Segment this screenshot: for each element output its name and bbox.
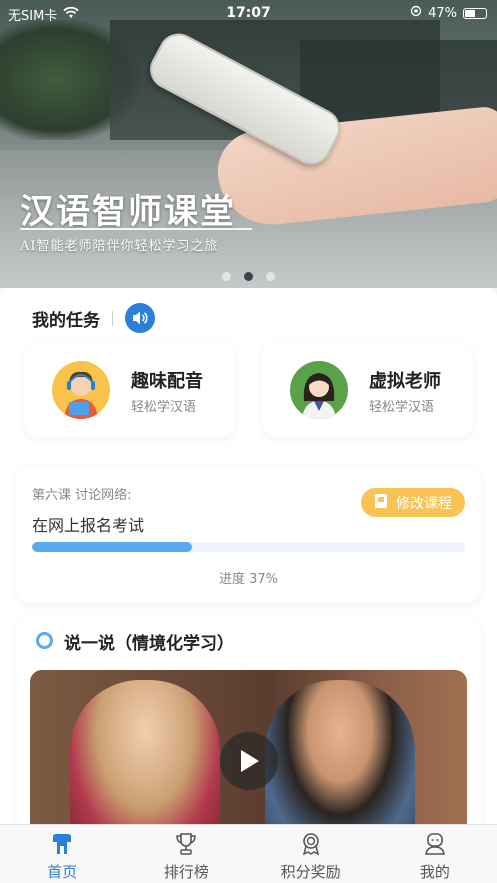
- tab-profile[interactable]: 我的: [373, 825, 497, 883]
- video-person-left: [70, 680, 220, 840]
- tasks-title: 我的任务: [32, 310, 100, 331]
- lesson-progress-card[interactable]: 第六课 讨论网络: 在网上报名考试 修改课程 进度 37%: [16, 466, 481, 603]
- banner-subtitle: AI智能老师陪伴你轻松学习之旅: [20, 239, 219, 254]
- carousel-indicator: [222, 272, 275, 281]
- dubbing-girl-avatar: [52, 361, 110, 419]
- section-ring-icon: [36, 632, 53, 649]
- task-title: 虚拟老师: [369, 371, 441, 392]
- modify-course-button[interactable]: 修改课程: [361, 488, 465, 517]
- battery-icon: [463, 7, 487, 19]
- speak-section-card: 说一说（情境化学习）: [16, 616, 481, 846]
- battery-percent: 47%: [428, 5, 457, 21]
- task-subtitle: 轻松学汉语: [369, 400, 435, 415]
- tab-label: 积分奖励: [280, 863, 341, 881]
- banner-title-underline: [20, 228, 252, 230]
- task-title: 趣味配音: [131, 371, 203, 392]
- bottom-tab-bar: 首页 排行榜 积分奖励 我的: [0, 824, 497, 883]
- play-icon[interactable]: [220, 732, 278, 790]
- video-person-right: [265, 680, 415, 840]
- speaker-icon[interactable]: [125, 303, 155, 333]
- lesson-label: 第六课 讨论网络:: [32, 488, 132, 503]
- speak-video-thumbnail[interactable]: [30, 670, 467, 840]
- carousel-dot[interactable]: [266, 272, 275, 281]
- speak-title: 说一说（情境化学习）: [64, 634, 234, 654]
- carousel-dot-active[interactable]: [244, 272, 253, 281]
- tab-ranking[interactable]: 排行榜: [124, 825, 248, 883]
- virtual-teacher-avatar: [290, 361, 348, 419]
- progress-text: 进度 37%: [218, 572, 279, 587]
- tab-label: 我的: [419, 863, 450, 881]
- home-icon: [49, 831, 75, 857]
- tab-label: 排行榜: [163, 863, 209, 881]
- header-divider: [112, 310, 113, 326]
- modify-course-label: 修改课程: [396, 495, 452, 512]
- banner-title: 汉语智师课堂: [20, 192, 236, 232]
- battery-fill: [465, 9, 476, 17]
- task-subtitle: 轻松学汉语: [131, 400, 197, 415]
- tab-points-rewards[interactable]: 积分奖励: [249, 825, 373, 883]
- tasks-header: 我的任务: [32, 303, 155, 333]
- lesson-name: 在网上报名考试: [32, 516, 145, 535]
- tab-label: 首页: [47, 863, 78, 881]
- trophy-icon: [173, 831, 199, 857]
- orientation-lock-icon: [410, 5, 422, 21]
- task-card-dubbing[interactable]: 趣味配音 轻松学汉语: [24, 343, 235, 437]
- carousel-dot[interactable]: [222, 272, 231, 281]
- profile-icon: [422, 831, 448, 857]
- task-card-virtual-teacher[interactable]: 虚拟老师 轻松学汉语: [262, 343, 473, 437]
- lesson-progress-fill: [32, 542, 193, 552]
- banner-carousel[interactable]: 汉语智师课堂 AI智能老师陪伴你轻松学习之旅: [0, 0, 497, 288]
- lesson-progress-bar: [32, 542, 465, 552]
- medal-icon: [298, 831, 324, 857]
- tab-home[interactable]: 首页: [0, 825, 124, 883]
- status-bar: 无SIM卡 17:07 47%: [0, 0, 497, 26]
- book-icon: [374, 493, 388, 513]
